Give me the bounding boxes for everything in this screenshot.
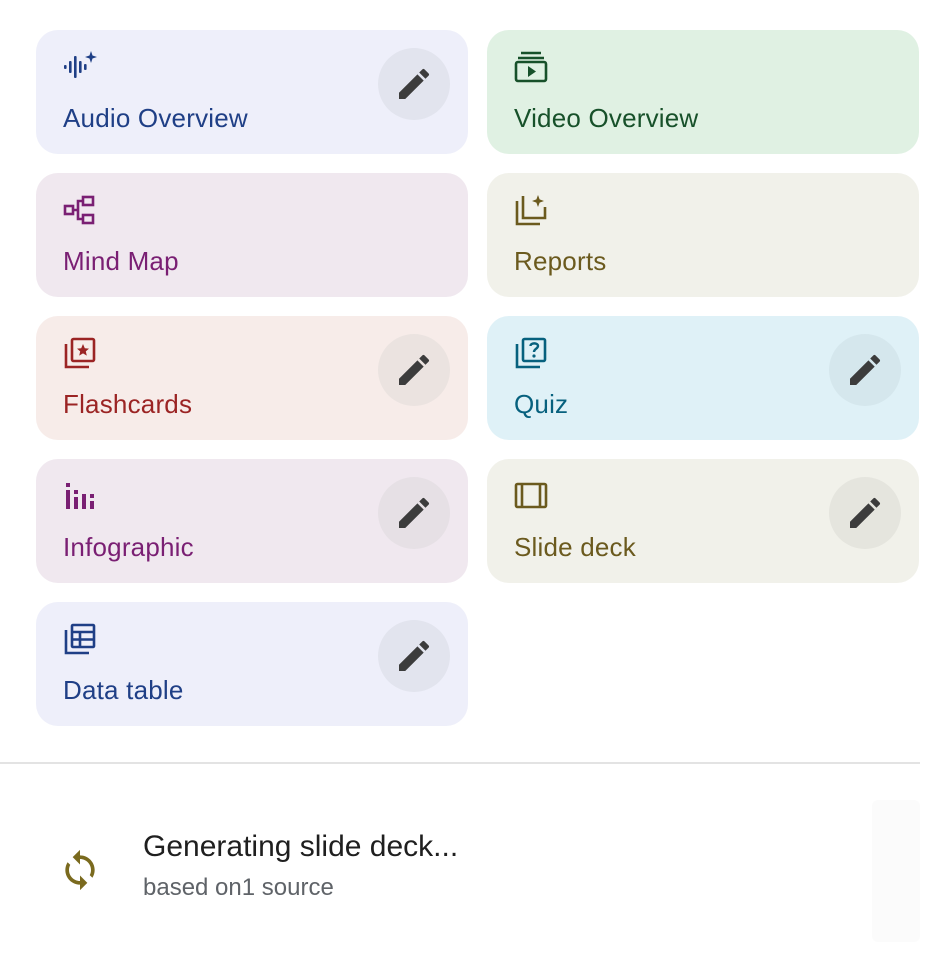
pencil-icon xyxy=(399,497,430,528)
slide-deck-edit-button[interactable] xyxy=(829,477,901,549)
mind-map-label: Mind Map xyxy=(63,246,179,276)
pencil-icon xyxy=(850,354,881,385)
audio-overview-label: Audio Overview xyxy=(63,103,248,133)
video-overview-tile[interactable]: Video Overview xyxy=(487,30,919,154)
mind-map-icon xyxy=(63,193,97,227)
quiz-tile[interactable]: Quiz xyxy=(487,316,919,440)
data-table-label: Data table xyxy=(63,675,184,705)
quiz-question-icon xyxy=(514,336,548,370)
quiz-edit-button[interactable] xyxy=(829,334,901,406)
status-subtitle: based on1 source xyxy=(143,874,334,901)
audio-overview-tile[interactable]: Audio Overview xyxy=(36,30,468,154)
audio-waveform-sparkle-icon xyxy=(63,50,97,84)
section-divider xyxy=(0,762,920,764)
data-table-edit-button[interactable] xyxy=(378,620,450,692)
pencil-icon xyxy=(399,354,430,385)
flashcards-edit-button[interactable] xyxy=(378,334,450,406)
flashcards-label: Flashcards xyxy=(63,389,193,419)
flashcards-star-icon xyxy=(63,336,97,370)
generating-status-item[interactable]: Generating slide deck... based on1 sourc… xyxy=(0,800,940,950)
reports-label: Reports xyxy=(514,246,607,276)
studio-tiles-grid: Audio Overview Video Overview Mind Map R… xyxy=(36,30,919,726)
status-action-area xyxy=(872,800,920,942)
video-overview-label: Video Overview xyxy=(514,103,699,133)
video-stack-play-icon xyxy=(514,50,548,84)
sync-refresh-icon xyxy=(58,848,102,892)
slide-deck-tile[interactable]: Slide deck xyxy=(487,459,919,583)
mind-map-tile[interactable]: Mind Map xyxy=(36,173,468,297)
infographic-tile[interactable]: Infographic xyxy=(36,459,468,583)
infographic-label: Infographic xyxy=(63,532,194,562)
pencil-icon xyxy=(399,68,430,99)
audio-overview-edit-button[interactable] xyxy=(378,48,450,120)
report-sparkle-icon xyxy=(514,193,548,227)
data-table-tile[interactable]: Data table xyxy=(36,602,468,726)
flashcards-tile[interactable]: Flashcards xyxy=(36,316,468,440)
quiz-label: Quiz xyxy=(514,389,569,419)
slide-deck-icon xyxy=(514,479,548,513)
infographic-bars-icon xyxy=(63,479,97,513)
pencil-icon xyxy=(399,640,430,671)
infographic-edit-button[interactable] xyxy=(378,477,450,549)
slide-deck-label: Slide deck xyxy=(514,532,636,562)
reports-tile[interactable]: Reports xyxy=(487,173,919,297)
status-title: Generating slide deck... xyxy=(143,830,459,863)
pencil-icon xyxy=(850,497,881,528)
data-table-icon xyxy=(63,622,97,656)
